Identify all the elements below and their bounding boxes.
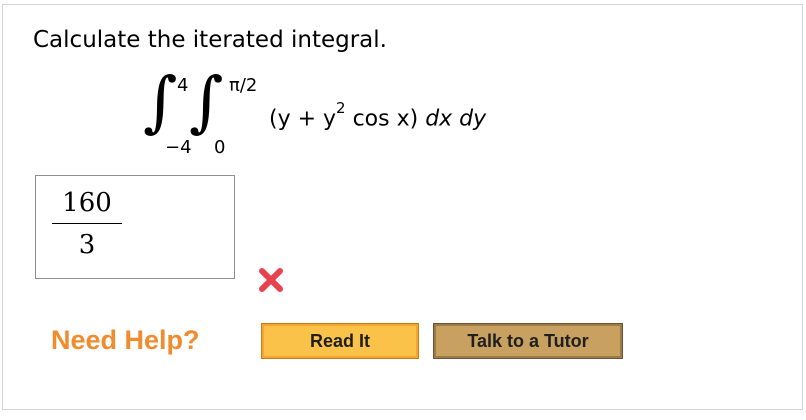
iterated-integral: ∫ 4 −4 ∫ π/2 0 (y + y2 cos x) dx dy (143, 67, 563, 167)
inner-upper-limit: π/2 (229, 75, 258, 96)
inner-integral-sign: ∫ (189, 63, 224, 140)
outer-integral-sign: ∫ (143, 63, 178, 140)
talk-to-tutor-button[interactable]: Talk to a Tutor (433, 323, 623, 359)
answer-denominator: 3 (78, 230, 96, 260)
differentials: dx dy (425, 106, 487, 132)
integrand-base: (y + y (269, 106, 337, 132)
x-mark-icon (259, 268, 283, 292)
answer-fraction: 160 3 (52, 188, 122, 260)
read-it-button[interactable]: Read It (261, 323, 419, 359)
integrand: (y + y2 cos x) dx dy (269, 99, 487, 132)
inner-lower-limit: 0 (214, 137, 226, 158)
question-panel: Calculate the iterated integral. ∫ 4 −4 … (2, 4, 803, 410)
answer-numerator: 160 (62, 188, 112, 218)
outer-lower-limit: −4 (165, 137, 192, 158)
question-prompt: Calculate the iterated integral. (33, 27, 387, 53)
need-help-label: Need Help? (51, 325, 200, 355)
answer-input[interactable]: 160 3 (35, 175, 235, 279)
integrand-tail: cos x) (345, 106, 426, 132)
fraction-bar (52, 223, 122, 224)
outer-upper-limit: 4 (177, 75, 189, 96)
integrand-exponent: 2 (336, 99, 346, 117)
